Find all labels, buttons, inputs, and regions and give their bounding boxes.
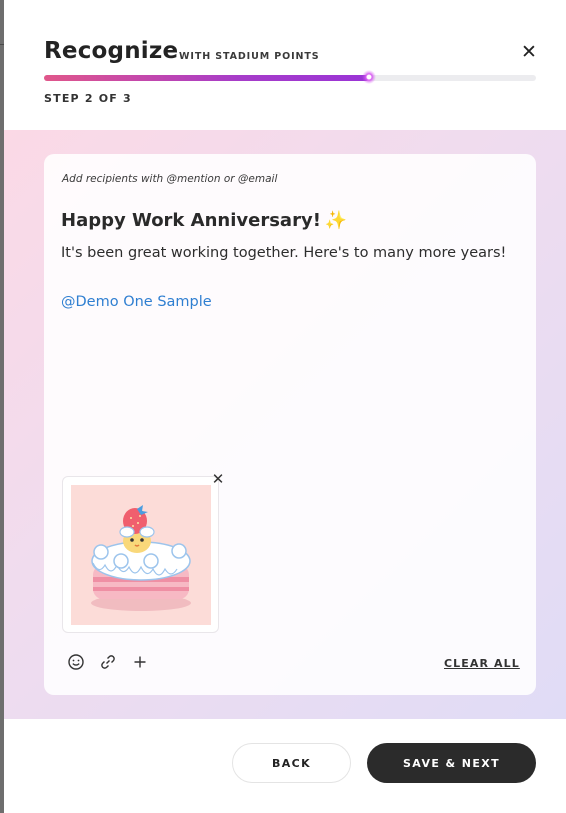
strawberry-cake-gif xyxy=(71,485,211,625)
smiley-icon[interactable] xyxy=(66,652,86,672)
close-icon[interactable]: ✕ xyxy=(518,41,540,63)
message-title[interactable]: Happy Work Anniversary! ✨ xyxy=(61,210,347,231)
gif-attachment[interactable] xyxy=(62,476,219,633)
modal-title: Recognize xyxy=(44,38,179,64)
progress-spark-icon xyxy=(362,70,376,84)
remove-gif-icon[interactable]: ✕ xyxy=(209,470,227,488)
step-indicator: STEP 2 OF 3 xyxy=(44,92,132,105)
message-composer[interactable]: Add recipients with @mention or @email H… xyxy=(44,154,536,695)
save-next-button[interactable]: SAVE & NEXT xyxy=(367,743,536,783)
back-button[interactable]: BACK xyxy=(232,743,351,783)
modal-header: Recognize WITH STADIUM POINTS ✕ STEP 2 O… xyxy=(4,0,566,130)
progress-fill xyxy=(44,75,369,81)
cake-illustration xyxy=(91,505,191,611)
recipient-mention[interactable]: @Demo One Sample xyxy=(61,294,212,310)
modal-body: Add recipients with @mention or @email H… xyxy=(4,130,566,719)
clear-all-button[interactable]: CLEAR ALL xyxy=(444,657,520,670)
modal-subtitle: WITH STADIUM POINTS xyxy=(179,51,320,62)
message-title-text: Happy Work Anniversary! xyxy=(61,210,321,231)
progress-bar xyxy=(44,70,536,84)
plus-icon[interactable] xyxy=(130,652,150,672)
message-body[interactable]: It's been great working together. Here's… xyxy=(61,245,506,261)
link-icon[interactable] xyxy=(98,652,118,672)
modal-footer: BACK SAVE & NEXT xyxy=(4,719,566,813)
sparkles-icon: ✨ xyxy=(324,210,348,231)
recognize-modal: Recognize WITH STADIUM POINTS ✕ STEP 2 O… xyxy=(4,0,566,813)
recipients-hint: Add recipients with @mention or @email xyxy=(62,173,278,185)
